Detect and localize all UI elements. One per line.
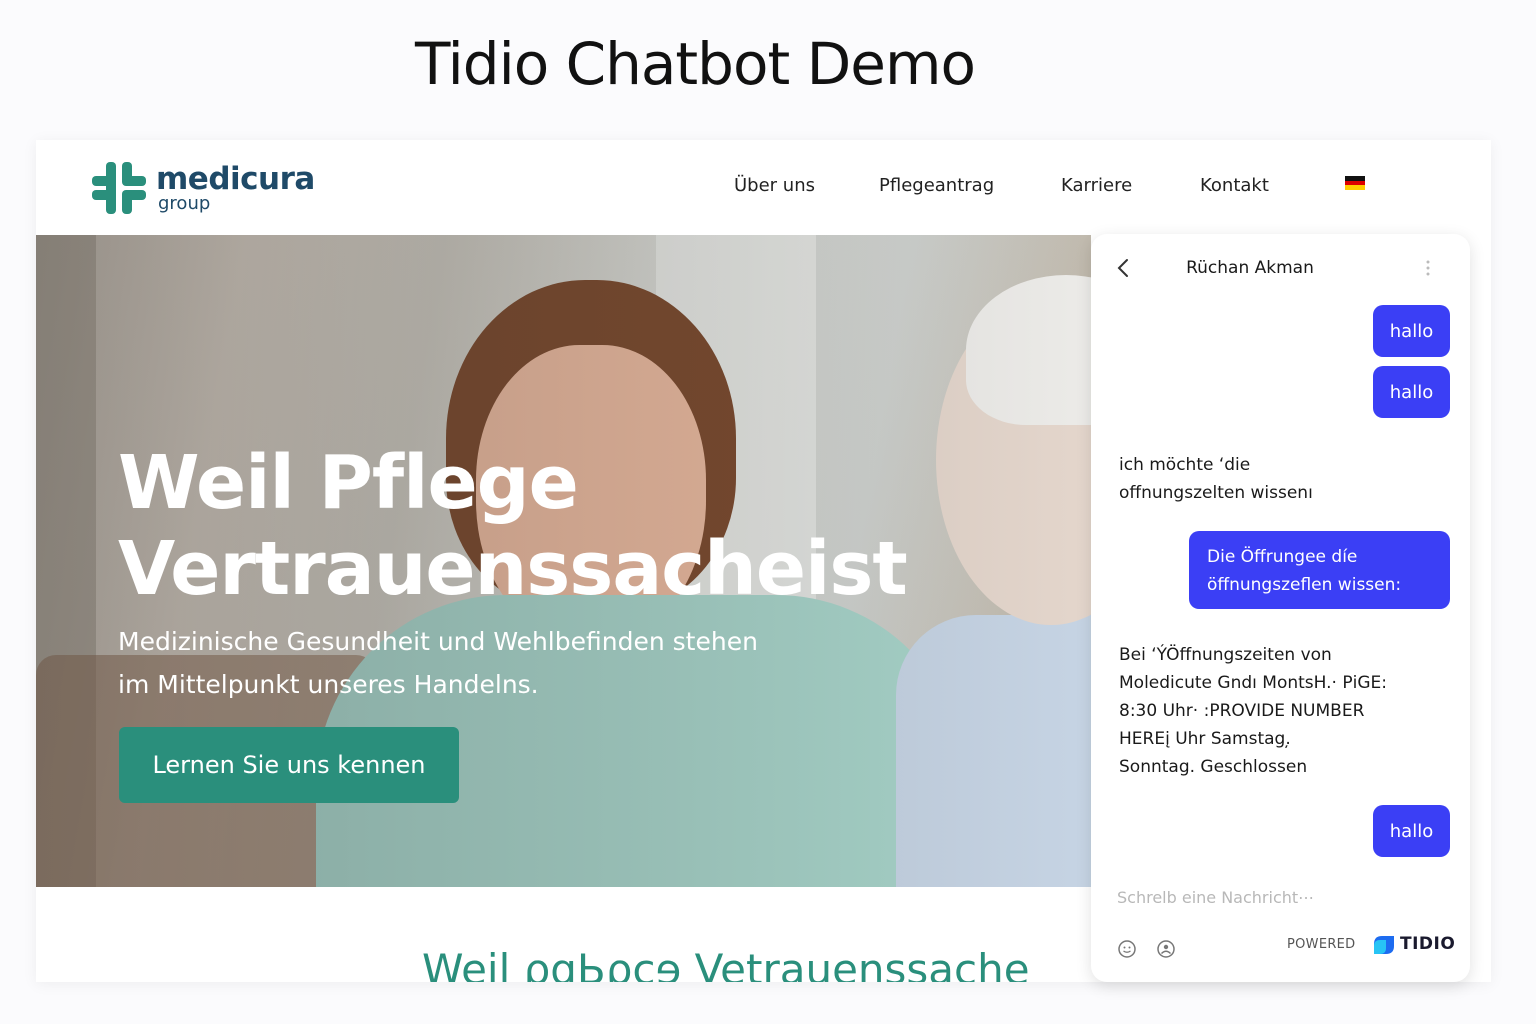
medicura-cross-icon — [92, 162, 146, 214]
message-line: offnungszelten wissenı — [1119, 483, 1313, 503]
site-logo[interactable]: medicura group — [92, 158, 315, 218]
hero-subtext: Medizinische Gesundheit und Wehlbefinden… — [118, 620, 778, 706]
message-line: Die Öffrungee díe — [1207, 547, 1358, 567]
hero-subtext-line: im Mittelpunkt unseres Handelns. — [118, 670, 539, 699]
logo-sub: group — [158, 192, 211, 214]
hero-headline: Weil Pflege Vertrauenssacheist — [118, 440, 938, 612]
message-line: Sonntag. Geschlossen — [1119, 757, 1308, 777]
bot-message: ich möchte ʻdie offnungszelten wissenı — [1119, 451, 1419, 507]
user-message: hallo — [1373, 366, 1450, 418]
message-line: ich möchte ʻdie — [1119, 455, 1251, 475]
tidio-brand[interactable]: TIDIO — [1400, 934, 1455, 954]
de-flag-icon[interactable] — [1345, 176, 1365, 190]
chat-widget: Rüchan Akman hallo hallo ich möchte ʻdie… — [1091, 234, 1470, 982]
demo-title: Tidio Chatbot Demo — [415, 30, 976, 98]
user-message: hallo — [1373, 305, 1450, 357]
nav-pflegeantrag[interactable]: Pflegeantrag — [879, 175, 994, 196]
message-line: 8:30 Uhr· :PROVIDE NUMBER — [1119, 701, 1365, 721]
logo-name: medicura — [156, 160, 315, 197]
bot-message: Bei ʻÝÖffnungszeiten von Moledicute Gndı… — [1119, 641, 1419, 781]
tidio-logo-icon[interactable] — [1372, 932, 1396, 956]
user-message: hallo — [1373, 805, 1450, 857]
user-message: Die Öffrungee díe öffnungszeflen wissen: — [1189, 531, 1450, 609]
section-title: Weil ρɑЬϱϲɘ Vetrauenssache — [422, 945, 1030, 982]
more-options-icon[interactable] — [1421, 254, 1435, 282]
nav-karriere[interactable]: Karriere — [1061, 175, 1132, 196]
nav-kontakt[interactable]: Kontakt — [1200, 175, 1269, 196]
cta-button[interactable]: Lernen Sie uns kennen — [119, 727, 459, 803]
message-line: öffnungszeflen wissen: — [1207, 575, 1402, 595]
chat-agent-name: Rüchan Akman — [1186, 258, 1314, 278]
powered-by-label: POWERED — [1287, 937, 1356, 952]
nav-ueber-uns[interactable]: Über uns — [734, 175, 815, 196]
message-input[interactable] — [1117, 888, 1437, 907]
site-header: medicura group Über uns Pflegeantrag Kar… — [36, 140, 1491, 235]
hero-headline-line: Weil Pflege — [118, 440, 579, 526]
hero-section: Weil Pflege Vertrauenssacheist Medizinis… — [36, 235, 1091, 887]
hero-subtext-line: Medizinische Gesundheit und Wehlbefinden… — [118, 627, 758, 656]
emoji-icon[interactable] — [1117, 939, 1137, 959]
attachment-icon[interactable] — [1156, 939, 1176, 959]
message-line: Moledicute Gndı MontѕH.· ΡiGE: — [1119, 673, 1387, 693]
message-line: Bei ʻÝÖffnungszeiten von — [1119, 645, 1332, 665]
hero-headline-line: Vertrauenssacheist — [118, 526, 908, 612]
message-line: HEREį Uhr Samstag.̦ — [1119, 729, 1291, 749]
